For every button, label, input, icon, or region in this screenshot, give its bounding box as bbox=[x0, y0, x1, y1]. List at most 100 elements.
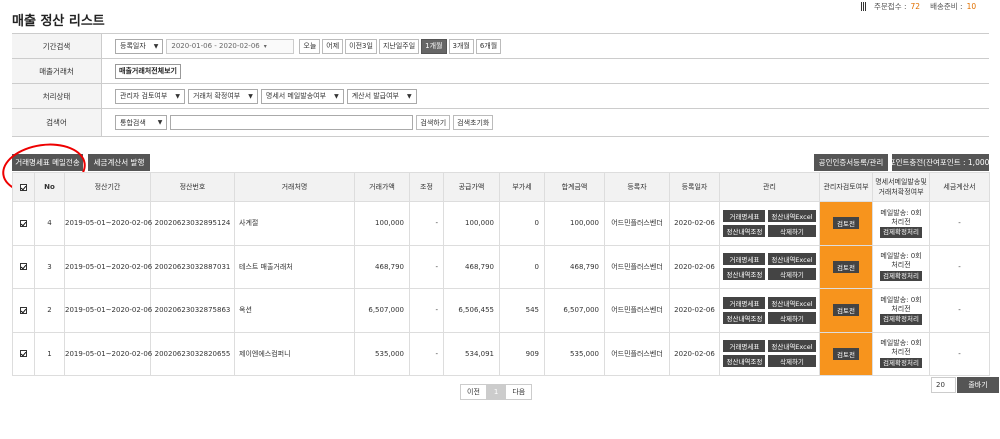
caret-down-icon: ▼ bbox=[248, 92, 253, 100]
confirm-process-button[interactable]: 검제확정처리 bbox=[880, 314, 922, 325]
per-page-input[interactable]: 20 bbox=[931, 377, 956, 393]
keyword-type-select[interactable]: 통합검색 ▼ bbox=[115, 115, 168, 130]
status-filter-select[interactable]: 거래처 확정여부 ▼ bbox=[187, 88, 258, 104]
row-no: 2 bbox=[34, 288, 65, 333]
caret-down-icon: ▼ bbox=[407, 92, 412, 100]
register-date: 2020-02-06 bbox=[669, 201, 720, 246]
per-page-apply-button[interactable]: 줄바기 bbox=[957, 377, 999, 393]
adjust-settle-button[interactable]: 정산내역조정 bbox=[723, 355, 766, 368]
adjust-amount: - bbox=[409, 331, 444, 376]
confirm-process-button[interactable]: 검제확정처리 bbox=[880, 270, 922, 282]
adjust-settle-button[interactable]: 정산내역조정 bbox=[723, 224, 766, 237]
review-pending-button[interactable]: 검토전 bbox=[833, 347, 859, 360]
manage-cell: 거래명세표 정산내역Excel 정산내역조정 삭제하기 bbox=[719, 201, 820, 246]
vat-amount: 545 bbox=[499, 288, 545, 333]
statement-button[interactable]: 거래명세표 bbox=[723, 253, 766, 266]
registrant: 어드민플러스벤더 bbox=[604, 288, 670, 333]
status-filter-select[interactable]: 계산서 발급여부 ▼ bbox=[346, 88, 417, 104]
status-filter-value: 계산서 발급여부 bbox=[351, 92, 399, 100]
settlement-table: No 정산기간 정산번호 거래처명 거래가액 조정 공급가액 부가세 합계금액 등록자 등록일자 관리… bbox=[12, 172, 990, 376]
caret-down-icon: ▼ bbox=[153, 42, 159, 50]
point-charge-button[interactable]: 포인트충전(잔여포인트 : 1,000) bbox=[889, 154, 992, 171]
tax-invoice: - bbox=[929, 244, 990, 289]
review-pending-button[interactable]: 검토전 bbox=[833, 304, 859, 317]
column-header: 거래처명 bbox=[234, 172, 355, 202]
confirm-process-button[interactable]: 검제확정처리 bbox=[880, 227, 922, 238]
status-filter-select[interactable]: 명세서 메일발송여부 ▼ bbox=[260, 88, 344, 104]
quick-range-buttons: 오늘 어제 이전3일 지난일주일 1개월 3개월 6개월 bbox=[299, 38, 502, 54]
settle-number: 20020623032887031 bbox=[150, 244, 235, 289]
excel-export-button[interactable]: 정산내역Excel bbox=[768, 296, 816, 309]
settle-period: 2019-05-01~2020-02-06 bbox=[64, 288, 152, 333]
reset-search-button[interactable]: 검색초기화 bbox=[453, 115, 494, 130]
review-pending-button[interactable]: 검토전 bbox=[833, 260, 859, 273]
status-selects: 관리자 검토여부 ▼ 거래처 확정여부 ▼ 명세서 메일발송여부 ▼ 계산서 발급여부 ▼ bbox=[102, 84, 989, 108]
row-checkbox[interactable] bbox=[12, 288, 35, 333]
row-checkbox[interactable] bbox=[12, 244, 35, 289]
excel-export-button[interactable]: 정산내역Excel bbox=[768, 209, 816, 222]
row-checkbox[interactable] bbox=[12, 201, 35, 246]
date-range-picker[interactable]: 2020-01-06 - 2020-02-06 ▾ bbox=[166, 38, 295, 54]
partner-name: 옥션 bbox=[234, 288, 355, 333]
mail-confirm-cell: 메일발송: 0회 처리전 검제확정처리 bbox=[872, 201, 930, 246]
checkbox-checked-icon bbox=[20, 306, 27, 314]
registrant: 어드민플러스벤더 bbox=[604, 331, 670, 376]
manage-cell: 거래명세표 정산내역Excel 정산내역조정 삭제하기 bbox=[719, 244, 820, 289]
confirm-process-button[interactable]: 검제확정처리 bbox=[880, 357, 922, 369]
status-filter-select[interactable]: 관리자 검토여부 ▼ bbox=[115, 88, 185, 104]
status-row: 처리상태 관리자 검토여부 ▼ 거래처 확정여부 ▼ 명세서 메일발송여부 ▼ 계산서 발급… bbox=[12, 84, 989, 109]
admin-review-cell: 검토전 bbox=[819, 331, 873, 376]
certificate-register-button[interactable]: 공인인증서등록/관리 bbox=[814, 154, 888, 171]
search-form: 기간검색 등록일자 ▼ 2020-01-06 - 2020-02-06 ▾ 오늘 어제… bbox=[12, 33, 989, 137]
tax-invoice: - bbox=[929, 331, 990, 376]
view-all-partners-button[interactable]: 매출거래처전체보기 bbox=[115, 63, 181, 79]
statement-button[interactable]: 거래명세표 bbox=[723, 209, 766, 222]
column-header: 공급가액 bbox=[443, 172, 500, 202]
manage-buttons: 거래명세표 정산내역Excel 정산내역조정 삭제하기 bbox=[720, 340, 819, 368]
total-amount: 6,507,000 bbox=[544, 288, 605, 333]
review-pending-button[interactable]: 검토전 bbox=[833, 217, 859, 230]
order-status-box: 주문접수 : 72 배송준비 : 10 bbox=[859, 0, 1000, 12]
manage-buttons: 거래명세표 정산내역Excel 정산내역조정 삭제하기 bbox=[720, 253, 819, 281]
issue-tax-invoice-button[interactable]: 세금계산서 발행 bbox=[88, 154, 150, 171]
adjust-settle-button[interactable]: 정산내역조정 bbox=[723, 311, 766, 324]
delete-button[interactable]: 삭제하기 bbox=[768, 268, 816, 281]
delete-button[interactable]: 삭제하기 bbox=[768, 224, 816, 237]
keyword-input[interactable] bbox=[170, 115, 414, 130]
delete-button[interactable]: 삭제하기 bbox=[768, 311, 816, 324]
quick-range-button[interactable]: 어제 bbox=[322, 38, 344, 54]
statement-button[interactable]: 거래명세표 bbox=[723, 296, 766, 309]
settle-number: 20020623032895124 bbox=[150, 201, 235, 246]
date-type-select[interactable]: 등록일자 ▼ bbox=[115, 38, 164, 54]
column-header: 관리자검토여부 bbox=[819, 172, 873, 202]
keyword-type-value: 통합검색 bbox=[120, 118, 146, 127]
row-checkbox[interactable] bbox=[12, 331, 35, 376]
quick-range-button[interactable]: 오늘 bbox=[299, 38, 321, 54]
prev-page-button[interactable]: 이전 bbox=[460, 384, 487, 400]
search-button[interactable]: 검색하기 bbox=[416, 115, 451, 130]
quick-range-button[interactable]: 지난일주일 bbox=[378, 38, 420, 54]
current-page-button[interactable]: 1 bbox=[486, 384, 506, 400]
quick-range-button[interactable]: 이전3일 bbox=[345, 38, 377, 54]
excel-export-button[interactable]: 정산내역Excel bbox=[768, 253, 816, 266]
next-page-button[interactable]: 다음 bbox=[505, 384, 533, 400]
mail-sent-count: 메일발송: 0회 bbox=[880, 252, 922, 261]
checkbox-checked-icon bbox=[20, 219, 27, 227]
partner-name: 제이엔에스컴퍼니 bbox=[234, 331, 355, 376]
excel-export-button[interactable]: 정산내역Excel bbox=[768, 340, 816, 353]
delete-button[interactable]: 삭제하기 bbox=[768, 355, 816, 368]
status-filter-value: 관리자 검토여부 bbox=[120, 92, 168, 100]
select-all-checkbox[interactable] bbox=[12, 172, 35, 202]
process-status: 처리전 bbox=[891, 261, 911, 270]
quick-range-button[interactable]: 1개월 bbox=[421, 38, 447, 54]
manage-cell: 거래명세표 정산내역Excel 정산내역조정 삭제하기 bbox=[719, 331, 820, 376]
trade-amount: 6,507,000 bbox=[354, 288, 410, 333]
adjust-settle-button[interactable]: 정산내역조정 bbox=[723, 268, 766, 281]
quick-range-button[interactable]: 6개월 bbox=[475, 38, 502, 54]
adjust-amount: - bbox=[409, 244, 444, 289]
adjust-amount: - bbox=[409, 288, 444, 333]
quick-range-button[interactable]: 3개월 bbox=[448, 38, 474, 54]
order-count: 72 bbox=[910, 1, 921, 11]
trade-amount: 468,790 bbox=[354, 244, 410, 289]
statement-button[interactable]: 거래명세표 bbox=[723, 340, 766, 353]
